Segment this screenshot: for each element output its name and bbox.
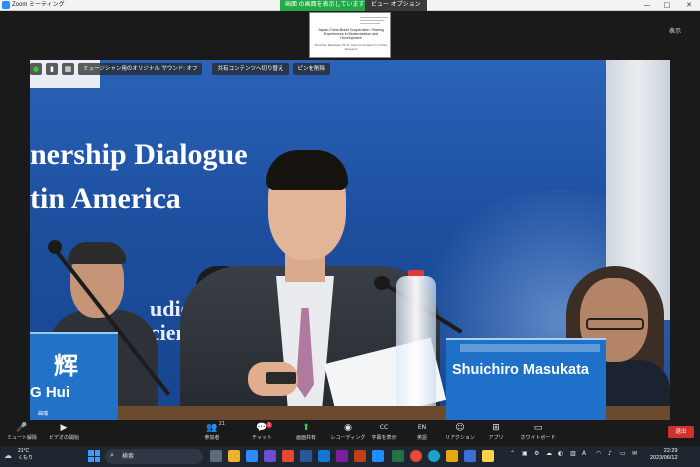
video-camera-icon: ▶ bbox=[60, 423, 68, 433]
sticky-notes-icon[interactable] bbox=[482, 450, 494, 462]
onenote-icon[interactable] bbox=[336, 450, 348, 462]
phone bbox=[266, 372, 296, 384]
edge-icon[interactable] bbox=[428, 450, 440, 462]
ime-icon[interactable]: A bbox=[582, 450, 586, 457]
thumb-line bbox=[360, 20, 384, 21]
whiteboard-icon: ▭ bbox=[533, 423, 543, 433]
search-icon: ⌕ bbox=[110, 451, 114, 459]
taskbar-search-input[interactable] bbox=[105, 449, 203, 464]
water-bottle bbox=[396, 276, 436, 420]
teams-icon[interactable] bbox=[264, 450, 276, 462]
battery-icon[interactable]: ▭ bbox=[620, 450, 626, 457]
whiteboard-button[interactable]: ▭ ホワイトボード bbox=[516, 422, 560, 442]
folder-icon[interactable] bbox=[446, 450, 458, 462]
cloud-sync-icon[interactable]: ☁ bbox=[546, 450, 552, 457]
thumb-line bbox=[360, 17, 388, 18]
shared-screen-thumbnail[interactable]: Japan-China-Brazil Cooperation: Sharing … bbox=[309, 12, 391, 58]
participant-count: 21 bbox=[218, 421, 225, 427]
search-label: 検索 bbox=[122, 454, 135, 460]
tray-overflow-icon[interactable]: ⌃ bbox=[510, 450, 515, 457]
switch-to-share-button[interactable]: 共有コンテンツへ切り替え bbox=[212, 63, 289, 75]
tray-icon[interactable]: ▥ bbox=[570, 450, 576, 457]
nameplate-logo-strip bbox=[460, 344, 600, 352]
app-title: Zoom ミーティング bbox=[12, 2, 65, 8]
speaker-hair bbox=[266, 150, 348, 190]
microphone-muted-icon: 🎤 bbox=[16, 423, 28, 433]
backdrop-text-2: tin America bbox=[30, 182, 181, 215]
file-explorer-icon[interactable] bbox=[228, 450, 240, 462]
share-screen-button[interactable]: ⬆ 画面共有 bbox=[284, 422, 328, 442]
participant-left-hair bbox=[68, 242, 126, 264]
backdrop-text-1: nership Dialogue bbox=[30, 138, 248, 171]
outlook-icon[interactable] bbox=[318, 450, 330, 462]
original-sound-toggle[interactable]: ミュージシャン用のオリジナル サウンド: オフ bbox=[78, 63, 203, 75]
excel-icon[interactable] bbox=[392, 450, 404, 462]
tray-icon[interactable]: ▣ bbox=[522, 450, 528, 457]
tray-icon[interactable]: ◐ bbox=[558, 450, 563, 457]
app-icon[interactable] bbox=[464, 450, 476, 462]
thumb-line bbox=[360, 23, 380, 24]
thumbnail-title: Japan-China-Brazil Cooperation: Sharing … bbox=[318, 28, 384, 41]
apps-icon: ⊞ bbox=[492, 423, 500, 433]
maximize-button[interactable]: □ bbox=[660, 0, 674, 11]
close-button[interactable]: ✕ bbox=[682, 0, 696, 11]
nameplate-left-en: G Hui bbox=[30, 384, 70, 401]
powerpoint-icon[interactable] bbox=[354, 450, 366, 462]
shield-icon[interactable]: ● bbox=[30, 63, 42, 75]
chrome-icon[interactable] bbox=[410, 450, 422, 462]
microphone-head bbox=[48, 240, 62, 254]
participants-button[interactable]: 👥 21 参加者 bbox=[190, 421, 234, 442]
thumbnail-presenter: Shuichiro Masukata, Ph.D. Tokyo Foundati… bbox=[314, 43, 388, 51]
volume-icon[interactable]: ♪ bbox=[608, 450, 612, 457]
view-options-button[interactable]: ビュー オプション bbox=[365, 0, 427, 11]
taskbar-clock[interactable]: 22:29 2023/06/12 bbox=[650, 448, 678, 462]
task-view-icon[interactable] bbox=[210, 450, 222, 462]
microphone-head bbox=[374, 276, 390, 290]
word-icon[interactable] bbox=[300, 450, 312, 462]
share-screen-icon: ⬆ bbox=[302, 423, 310, 433]
weather-widget[interactable]: 21°C くもり bbox=[18, 448, 33, 462]
wifi-icon[interactable]: ◠ bbox=[596, 450, 601, 457]
zoom-window: Zoom ミーティング 画面 の画面を表示しています ビュー オプション — □… bbox=[0, 0, 700, 467]
minimize-button[interactable]: — bbox=[640, 0, 654, 11]
mic-icon[interactable]: ▮ bbox=[46, 63, 58, 75]
chat-button[interactable]: 💬 1 チャット bbox=[240, 422, 284, 442]
nameplate-right-en: Shuichiro Masukata bbox=[452, 362, 589, 378]
windows-start-icon[interactable] bbox=[88, 450, 100, 462]
chat-badge: 1 bbox=[266, 422, 272, 428]
zoom-logo-icon bbox=[2, 1, 10, 9]
leave-button[interactable]: 退出 bbox=[668, 426, 694, 438]
meeting-controls-bar: 🎤 ミュート解除 ▶ ビデオの開始 👥 21 参加者 💬 1 チャット ⬆ 画面… bbox=[0, 420, 700, 446]
participants-icon: 👥 bbox=[206, 423, 218, 433]
video-overlay-toolbar: ● ▮ ▦ ミュージシャン用のオリジナル サウンド: オフ 共有コンテンツへ切り… bbox=[30, 62, 331, 76]
zoom-app-icon[interactable] bbox=[246, 450, 258, 462]
view-toggle-button[interactable]: 表示 bbox=[669, 26, 681, 35]
glasses bbox=[586, 318, 644, 330]
participant-name-label: 曲瑞 bbox=[38, 411, 49, 417]
zoom-active-icon[interactable] bbox=[372, 450, 384, 462]
share-status-banner: 画面 の画面を表示しています bbox=[280, 0, 370, 11]
main-video[interactable]: nership Dialogue tin America udies l Sci… bbox=[30, 60, 670, 420]
start-video-button[interactable]: ▶ ビデオの開始 bbox=[42, 422, 86, 442]
chat-icon: 💬 bbox=[256, 423, 268, 433]
tray-icon[interactable]: ⚙ bbox=[534, 450, 539, 457]
unpin-button[interactable]: ピンを削除 bbox=[292, 63, 331, 75]
tray-icon[interactable]: ✉ bbox=[632, 450, 637, 457]
nameplate-left-cn: 辉 bbox=[54, 351, 78, 380]
title-bar: Zoom ミーティング 画面 の画面を表示しています ビュー オプション — □… bbox=[0, 0, 700, 11]
unmute-button[interactable]: 🎤 ミュート解除 bbox=[0, 422, 44, 442]
grid-icon[interactable]: ▦ bbox=[62, 63, 74, 75]
apps-button[interactable]: ⊞ アプリ bbox=[474, 422, 518, 442]
cloud-icon[interactable]: ☁ bbox=[4, 451, 12, 460]
app-icon[interactable] bbox=[282, 450, 294, 462]
